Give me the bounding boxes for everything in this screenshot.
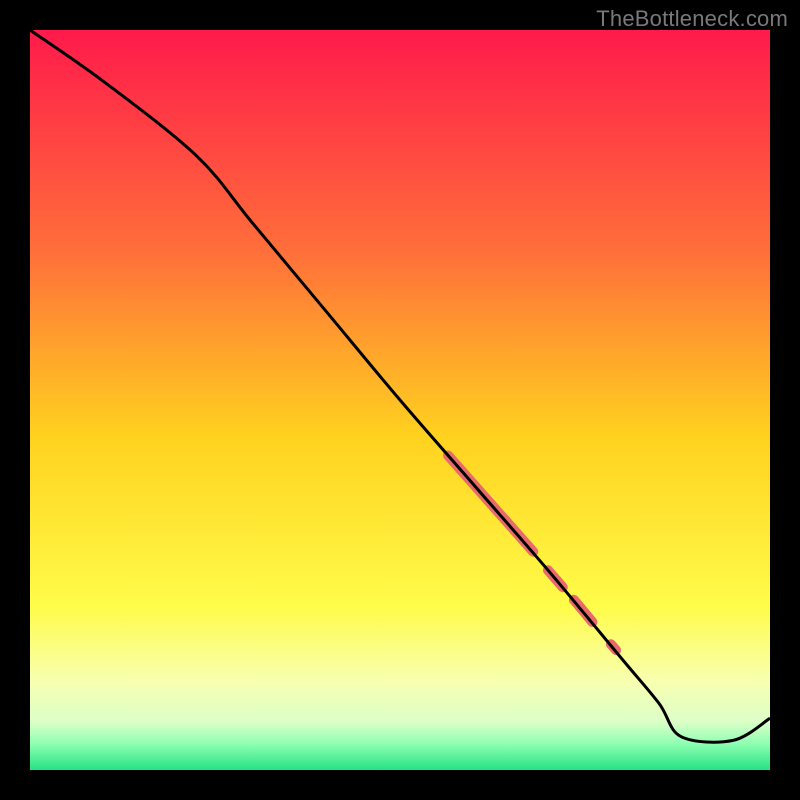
- chart-svg: [30, 30, 770, 770]
- watermark-text: TheBottleneck.com: [596, 6, 788, 32]
- plot-area: [30, 30, 770, 770]
- chart-stage: TheBottleneck.com: [0, 0, 800, 800]
